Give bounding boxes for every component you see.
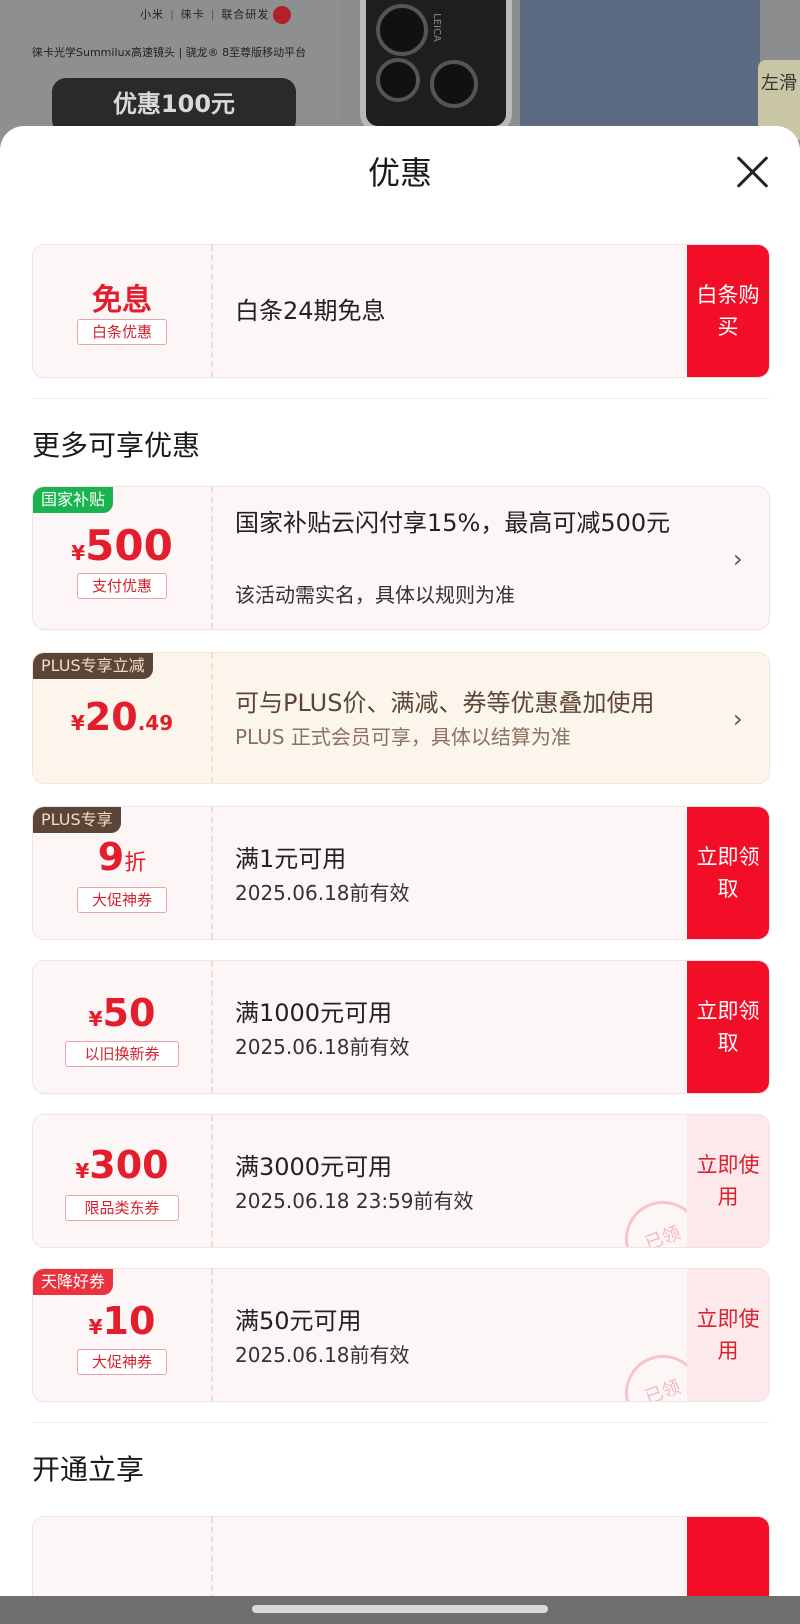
use-button[interactable]: 立即使用: [687, 1115, 769, 1247]
yen-symbol: ¥: [71, 541, 86, 565]
card-divider: [211, 807, 213, 939]
plus-amount-int: 20: [84, 695, 138, 739]
coupon-card: ¥300 限品类东券 满3000元可用 2025.06.18 23:59前有效 …: [32, 1114, 770, 1248]
close-icon[interactable]: [734, 154, 770, 190]
subsidy-desc: 该活动需实名，具体以规则为准: [235, 583, 515, 607]
card-divider: [211, 1115, 213, 1247]
coupon-card: PLUS专享 9折 大促神券 满1元可用 2025.06.18前有效 立即领取: [32, 806, 770, 940]
baitiao-buy-button[interactable]: 白条购买: [687, 245, 769, 377]
subsidy-title: 国家补贴云闪付享15%，最高可减500元: [235, 509, 671, 537]
yen-symbol: ¥: [88, 1007, 103, 1031]
installment-text: 白条24期免息: [235, 297, 386, 325]
brand-leica: 徕卡: [180, 8, 205, 21]
coupon-validity: 2025.06.18前有效: [235, 1035, 410, 1059]
coupon-amount: 9折: [33, 835, 211, 879]
leica-logo-icon: [273, 6, 292, 24]
use-button[interactable]: 立即使用: [687, 1269, 769, 1401]
coupon-corner-tag: PLUS专享: [33, 807, 121, 833]
coupon-tag: 限品类东券: [65, 1195, 179, 1221]
coupon-tag: 大促神券: [77, 887, 167, 913]
coupon-condition: 满1元可用: [235, 845, 347, 873]
home-indicator[interactable]: [252, 1605, 548, 1613]
brand-xiaomi: 小米: [140, 8, 164, 21]
subsidy-card[interactable]: 国家补贴 ¥500 支付优惠 国家补贴云闪付享15%，最高可减500元 该活动需…: [32, 486, 770, 630]
sheet-title: 优惠: [367, 154, 432, 192]
coupon-amount-value: 9: [97, 835, 125, 879]
chevron-right-icon: ›: [733, 545, 743, 573]
installment-amount: 免息: [92, 283, 152, 318]
subsidy-amount-value: 500: [85, 521, 173, 570]
coupon-tag: 以旧换新券: [65, 1041, 179, 1067]
installment-tag: 白条优惠: [77, 319, 167, 345]
coupon-condition: 满50元可用: [235, 1307, 362, 1335]
coupon-amount-value: 300: [89, 1143, 169, 1187]
discount-sheet: 优惠 免息 白条优惠 白条24期免息 白条购买 更多可享优惠 国家补贴 ¥500…: [0, 126, 800, 1624]
plus-corner-tag: PLUS专享立减: [33, 653, 153, 679]
claim-button[interactable]: 立即领取: [687, 807, 769, 939]
subsidy-corner-tag: 国家补贴: [33, 487, 114, 513]
coupon-amount-value: 50: [102, 991, 156, 1035]
divider-line: [32, 1422, 770, 1423]
chevron-right-icon: ›: [733, 705, 743, 733]
coupon-card: ¥50 以旧换新券 满1000元可用 2025.06.18前有效 立即领取: [32, 960, 770, 1094]
yen-symbol: ¥: [75, 1159, 90, 1183]
plus-amount-decimal: .49: [137, 711, 174, 735]
card-divider: [211, 961, 213, 1093]
subsidy-tag: 支付优惠: [77, 573, 167, 599]
divider-line: [32, 398, 770, 399]
card-divider: [211, 487, 213, 629]
coupon-amount-unit: 折: [124, 851, 147, 876]
coupon-condition: 满3000元可用: [235, 1153, 393, 1181]
coupon-amount: ¥300: [33, 1143, 211, 1187]
yen-symbol: ¥: [88, 1315, 103, 1339]
coupon-validity: 2025.06.18前有效: [235, 1343, 410, 1367]
camera-lens-icon: [430, 60, 478, 108]
phone-image: LEICA: [360, 0, 512, 132]
spec-line: 徕卡光学Summilux高速镜头 | 骁龙® 8至尊版移动平台: [32, 46, 307, 59]
brand-collab: 联合研发: [221, 8, 270, 21]
card-divider: [211, 245, 213, 377]
section-open-title: 开通立享: [32, 1453, 145, 1486]
coupon-tag: 大促神券: [77, 1349, 167, 1375]
coupon-validity: 2025.06.18前有效: [235, 881, 410, 905]
plus-desc: PLUS 正式会员可享，具体以结算为准: [235, 725, 571, 749]
yen-symbol: ¥: [70, 711, 85, 735]
installment-card: 免息 白条优惠 白条24期免息 白条购买: [32, 244, 770, 378]
coupon-validity: 2025.06.18 23:59前有效: [235, 1189, 474, 1213]
coupon-corner-tag: 天降好券: [33, 1269, 114, 1295]
coupon-card: 天降好券 ¥10 大促神券 满50元可用 2025.06.18前有效 已领 立即…: [32, 1268, 770, 1402]
coupon-amount: ¥10: [33, 1299, 211, 1343]
plus-title: 可与PLUS价、满减、券等优惠叠加使用: [235, 689, 655, 717]
plus-amount: ¥20.49: [33, 695, 211, 739]
card-divider: [211, 653, 213, 783]
brand-line: 小米 | 徕卡 | 联合研发: [140, 6, 292, 24]
section-more-title: 更多可享优惠: [32, 429, 201, 462]
subsidy-amount: ¥500: [33, 521, 211, 570]
plus-discount-card[interactable]: PLUS专享立减 ¥20.49 可与PLUS价、满减、券等优惠叠加使用 PLUS…: [32, 652, 770, 784]
camera-lens-icon: [376, 58, 420, 102]
coupon-amount: ¥50: [33, 991, 211, 1035]
coupon-amount-value: 10: [102, 1299, 156, 1343]
card-divider: [211, 1269, 213, 1401]
camera-lens-icon: [376, 4, 428, 56]
leica-mark: LEICA: [430, 13, 442, 42]
coupon-condition: 满1000元可用: [235, 999, 393, 1027]
claim-button[interactable]: 立即领取: [687, 961, 769, 1093]
